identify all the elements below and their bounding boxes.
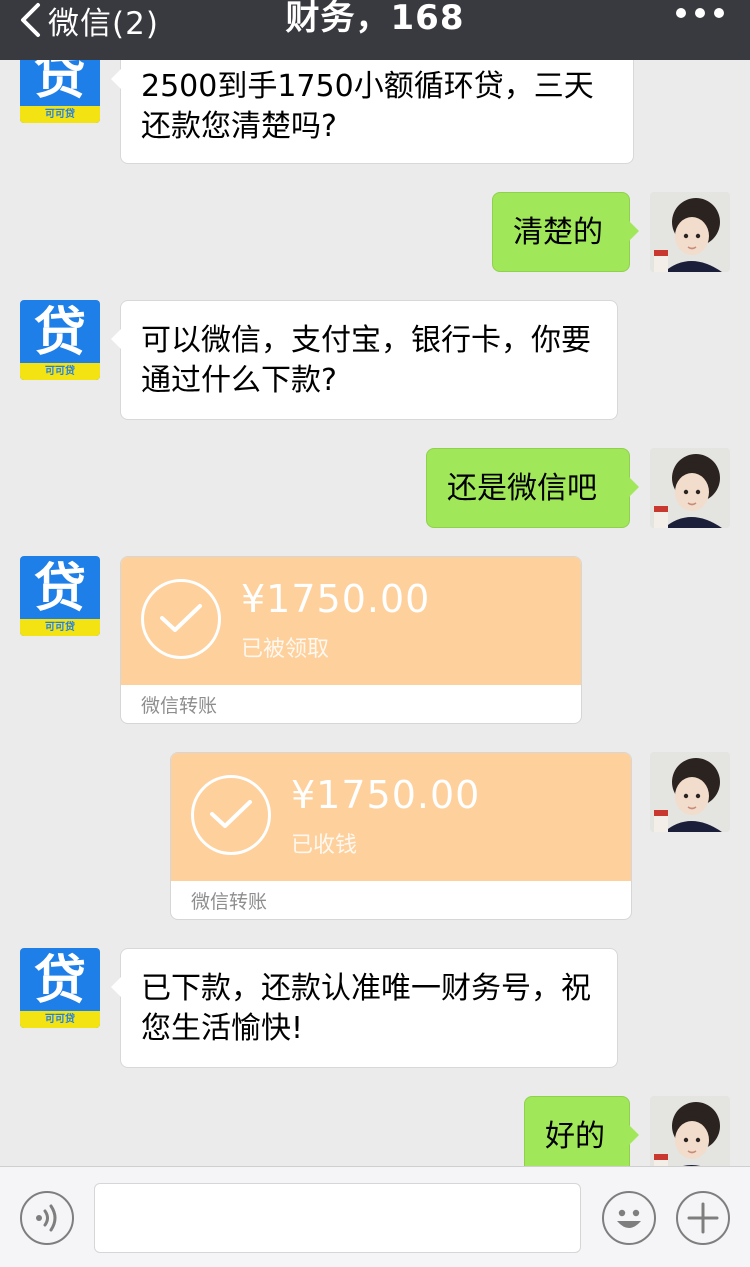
user-avatar-image [650, 448, 730, 528]
loan-logo-glyph: 贷 [33, 60, 86, 106]
message-bubble[interactable]: 2500到手1750小额循环贷，三天还款您清楚吗? [111, 60, 634, 164]
plus-icon [687, 1202, 719, 1234]
add-button[interactable] [676, 1191, 730, 1245]
loan-logo-glyph: 贷 [33, 559, 86, 619]
message-bubble[interactable]: 清楚的 [492, 192, 639, 272]
loan-logo-caption: 可可贷 [20, 106, 100, 123]
message-input[interactable] [94, 1183, 581, 1253]
transfer-status: 已收钱 [291, 833, 358, 858]
user-avatar[interactable] [650, 1096, 730, 1166]
loan-logo-caption: 可可贷 [20, 363, 100, 380]
chat-area[interactable]: 贷 可可贷 2500到手1750小额循环贷，三天还款您清楚吗? 清楚的 贷 可可… [0, 60, 750, 1166]
transfer-card[interactable]: ¥1750.00 已被领取 微信转账 [120, 556, 582, 724]
user-avatar-image [650, 1096, 730, 1166]
loan-logo-glyph: 贷 [33, 303, 86, 363]
emoji-icon [617, 1209, 641, 1228]
check-circle-icon [141, 579, 221, 659]
nav-bar: 微信(2) 财务，168 [0, 0, 750, 60]
voice-icon [36, 1204, 57, 1232]
transfer-amount: ¥1750.00 [291, 773, 481, 817]
user-avatar-image [650, 192, 730, 272]
more-dots-icon[interactable] [676, 8, 724, 18]
check-circle-icon [191, 775, 271, 855]
transfer-footer: 微信转账 [141, 695, 218, 717]
loan-logo-caption: 可可贷 [20, 619, 100, 636]
user-avatar[interactable] [650, 448, 730, 528]
transfer-status: 已被领取 [241, 637, 330, 662]
loan-avatar[interactable]: 贷 可可贷 [20, 300, 100, 380]
message-bubble[interactable]: 还是微信吧 [426, 448, 639, 528]
chat-title: 财务，168 [285, 0, 465, 38]
loan-logo-glyph: 贷 [33, 951, 86, 1011]
transfer-footer: 微信转账 [191, 891, 268, 913]
message-bubble[interactable]: 好的 [524, 1096, 639, 1166]
transfer-amount: ¥1750.00 [241, 577, 431, 621]
loan-avatar[interactable]: 贷 可可贷 [20, 948, 100, 1028]
loan-avatar[interactable]: 贷 可可贷 [20, 60, 100, 123]
user-avatar[interactable] [650, 752, 730, 832]
user-avatar-image [650, 752, 730, 832]
emoji-button[interactable] [602, 1191, 656, 1245]
loan-logo-caption: 可可贷 [20, 1011, 100, 1028]
loan-avatar[interactable]: 贷 可可贷 [20, 556, 100, 636]
message-bubble[interactable]: 可以微信，支付宝，银行卡，你要通过什么下款? [111, 300, 618, 420]
user-avatar[interactable] [650, 192, 730, 272]
transfer-card[interactable]: ¥1750.00 已收钱 微信转账 [170, 752, 632, 920]
message-bubble[interactable]: 已下款，还款认准唯一财务号，祝您生活愉快! [111, 948, 618, 1068]
voice-button[interactable] [20, 1191, 74, 1245]
input-bar [0, 1166, 750, 1267]
